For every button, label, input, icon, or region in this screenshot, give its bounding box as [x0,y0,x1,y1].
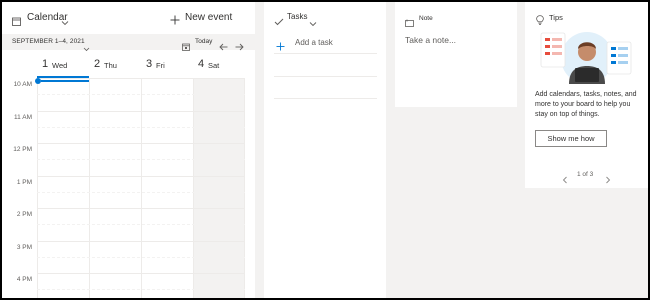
time-label: 3 PM [16,244,32,251]
checkmark-icon [274,13,284,31]
time-label: 11 AM [14,114,32,121]
add-task-button[interactable]: Add a task [276,37,376,51]
hour-line [37,176,245,177]
chevron-down-icon[interactable] [61,13,69,31]
task-divider [274,76,377,77]
show-me-how-button[interactable]: Show me how [535,130,607,147]
half-hour-line [37,127,245,128]
day-header-sat[interactable]: 4 Sat [193,50,245,78]
time-label: 4 PM [16,276,32,283]
day-number: 2 [94,58,101,70]
day-number: 4 [198,58,205,70]
pager-text: 1 of 3 [577,171,594,178]
plus-icon [170,12,180,30]
current-time-line [41,80,89,82]
hour-line [37,208,245,209]
half-hour-line [37,94,245,95]
half-hour-line [37,257,245,258]
note-icon [405,14,414,32]
chevron-down-icon[interactable] [309,14,317,32]
task-divider [274,53,377,54]
calendar-time-grid[interactable] [37,78,245,298]
chevron-right-icon[interactable] [605,171,611,189]
hour-line [37,273,245,274]
day-name: Fri [156,61,165,70]
day-number: 1 [42,58,49,70]
hour-line [37,143,245,144]
time-label: 12 PM [13,146,32,153]
calendar-header: Calendar New event [2,2,255,34]
tasks-title[interactable]: Tasks [287,12,307,21]
tips-description: Add calendars, tasks, notes, and more to… [535,91,637,118]
tips-illustration [539,28,634,89]
note-card: Note [395,2,517,107]
task-divider [274,98,377,99]
time-label: 1 PM [16,179,32,186]
board-canvas: Calendar New event SEPTEMBER 1–4, 2021 T… [2,2,648,298]
note-input[interactable] [405,33,510,47]
day-header-wed[interactable]: 1 Wed [37,50,89,78]
day-name: Thu [104,61,117,70]
half-hour-line [37,224,245,225]
hour-line [37,78,245,79]
calendar-toolbar: SEPTEMBER 1–4, 2021 Today [2,34,255,52]
today-button[interactable]: Today [195,38,212,45]
date-range-label[interactable]: SEPTEMBER 1–4, 2021 [12,38,85,45]
day-name: Sat [208,61,220,70]
time-label: 2 PM [16,211,32,218]
day-number: 3 [146,58,153,70]
calendar-card: Calendar New event SEPTEMBER 1–4, 2021 T… [2,2,255,298]
tips-title: Tips [549,13,563,22]
calendar-icon [12,13,21,31]
day-header-fri[interactable]: 3 Fri [141,50,193,78]
hour-line [37,241,245,242]
new-event-label: New event [185,12,233,23]
time-label: 10 AM [13,81,32,88]
day-name: Wed [52,61,68,70]
half-hour-line [37,192,245,193]
note-title: Note [419,15,433,22]
add-task-label: Add a task [295,38,333,47]
day-header-thu[interactable]: 2 Thu [89,50,141,78]
tips-pager: 1 of 3 [525,170,648,184]
chevron-left-icon[interactable] [562,171,568,189]
hour-line [37,111,245,112]
half-hour-line [37,159,245,160]
tasks-card: Tasks Add a task [264,2,386,298]
tips-card: Tips Add calendars, tasks, notes, and mo… [525,2,648,188]
half-hour-line [37,289,245,290]
